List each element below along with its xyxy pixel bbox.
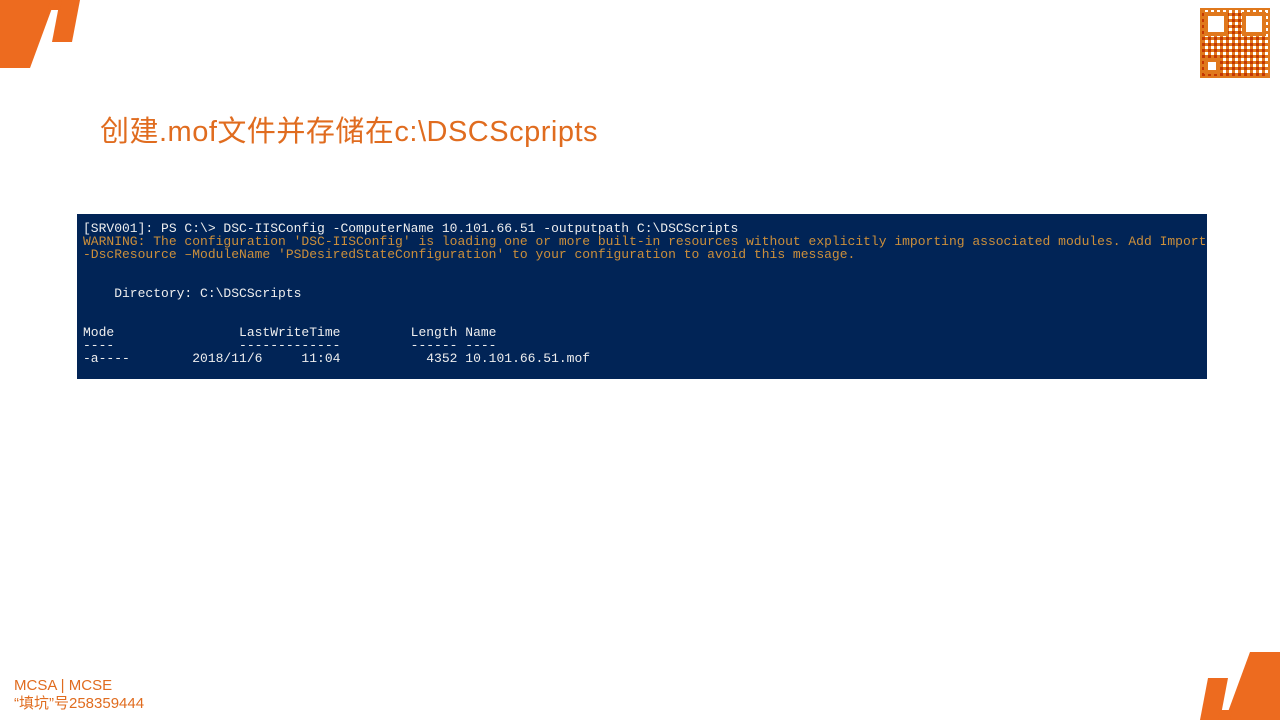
footer-line2: “填坑”号258359444 bbox=[14, 695, 144, 714]
terminal-warning-line2: -DscResource –ModuleName 'PSDesiredState… bbox=[83, 247, 855, 262]
qr-code bbox=[1200, 8, 1270, 78]
decor-top-left bbox=[0, 0, 110, 75]
decor-bottom-right bbox=[1170, 645, 1280, 720]
footer: MCSA | MCSE “填坑”号258359444 bbox=[14, 677, 144, 715]
terminal-row: -a---- 2018/11/6 11:04 4352 10.101.66.51… bbox=[83, 351, 590, 366]
terminal-directory: Directory: C:\DSCScripts bbox=[83, 286, 301, 301]
powershell-terminal: [SRV001]: PS C:\> DSC-IISConfig -Compute… bbox=[77, 214, 1207, 379]
footer-line1: MCSA | MCSE bbox=[14, 677, 144, 696]
slide-title: 创建.mof文件并存储在c:\DSCScpripts bbox=[100, 108, 598, 150]
